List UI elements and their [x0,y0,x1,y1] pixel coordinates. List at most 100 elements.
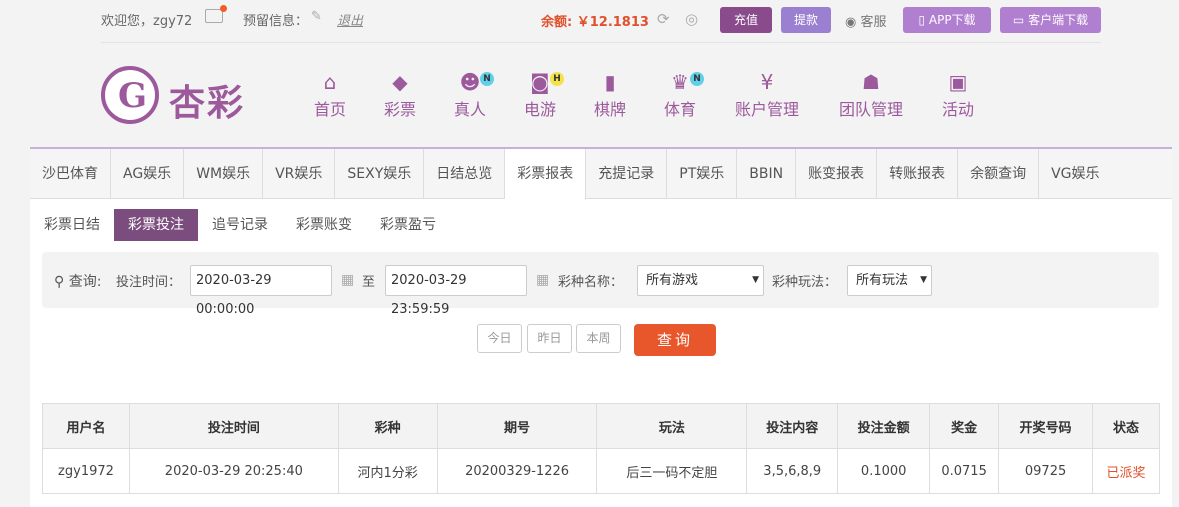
header-prize: 奖金 [929,403,1000,449]
top-bar: 欢迎您，zgy72 预留信息： ✎ 退出 余额: ￥12.1813 ⟳ ◎ 充值… [0,0,1179,43]
query-bar: ⚲ 查询: 投注时间： 2020-03-29 00:00:00 ▦ 至 2020… [42,252,1159,317]
nav-label: 彩票 [383,100,416,119]
tab-ag[interactable]: AG娱乐 [111,149,185,199]
phone-icon: ▯ [918,13,926,27]
cell-game: 河内1分彩 [337,448,438,494]
tab-saba-sports[interactable]: 沙巴体育 [30,149,111,199]
edit-icon[interactable]: ✎ [311,9,322,24]
subtab-lottery-changes[interactable]: 彩票账变 [282,209,366,241]
nav-label: 电游 [523,100,556,119]
cards-icon: ▮ [604,70,616,94]
tab-transfer[interactable]: 转账报表 [877,149,959,199]
start-time-input[interactable]: 2020-03-29 00:00:00 [190,265,332,317]
search-button[interactable]: 查询 [634,324,716,356]
logo-emblem [101,66,159,124]
nav-item-account[interactable]: ¥ 账户管理 [733,70,801,120]
search-icon: ⚲ [54,274,65,290]
nav-label: 真人 [453,100,486,119]
mail-icon[interactable] [205,5,227,23]
tab-balance-query[interactable]: 余额查询 [958,149,1040,199]
nav-label: 活动 [941,100,974,119]
nav-label: 棋牌 [593,100,626,119]
play-type-label: 彩种玩法： [772,275,838,290]
calendar-icon[interactable]: ▦ [536,272,549,288]
report-tabs: 沙巴体育 AG娱乐 WM娱乐 VR娱乐 SEXY娱乐 日结总览 彩票报表 充提记… [30,149,1172,200]
header-game: 彩种 [337,403,438,449]
cell-amount: 0.1000 [837,448,931,494]
this-week-button[interactable]: 本周 [576,324,621,353]
new-badge: N [690,72,704,86]
app-download-button[interactable]: ▯ APP下载 [903,7,991,33]
ticket-icon: ◆ [392,70,408,94]
tab-daily-overview[interactable]: 日结总览 [424,149,506,199]
subtab-lottery-bets[interactable]: 彩票投注 [114,209,198,241]
recharge-button[interactable]: 充值 [720,7,772,33]
logout-link[interactable]: 退出 [337,10,363,29]
to-label: 至 [362,275,376,290]
header-content: 投注内容 [746,403,839,449]
nav-label: 体育 [663,100,696,119]
home-icon: ⌂ [323,70,337,94]
cell-play: 后三一码不定胆 [596,448,748,494]
game-name-label: 彩种名称： [558,275,624,290]
nav-item-sports[interactable]: ♛ N 体育 [660,70,704,120]
tab-lottery-report[interactable]: 彩票报表 [505,149,587,200]
cell-status: 已派奖 [1092,448,1160,494]
client-download-label: 客户端下载 [1028,13,1089,27]
nav-item-home[interactable]: ⌂ 首页 [310,70,350,120]
nav-item-egame[interactable]: ◙ H 电游 [520,70,564,120]
yesterday-button[interactable]: 昨日 [527,324,572,353]
customer-service-link[interactable]: ◉ 客服 [845,11,887,30]
subtab-lottery-daily[interactable]: 彩票日结 [30,209,114,241]
query-label-text: 查询: [68,274,102,290]
app-download-label: APP下载 [928,13,976,27]
tab-pt[interactable]: PT娱乐 [667,149,738,199]
refresh-icon[interactable]: ⟳ [657,10,670,28]
balance-text: 余额: ￥12.1813 [541,15,649,30]
tab-wm[interactable]: WM娱乐 [184,149,264,199]
divider [101,42,1101,43]
table-row[interactable]: zgy1972 2020-03-29 20:25:40 河内1分彩 202003… [42,448,1160,494]
tab-deposit-withdraw[interactable]: 充提记录 [586,149,668,199]
game-select-value: 所有游戏 [646,273,699,288]
nav-item-team[interactable]: ☗ 团队管理 [837,70,905,120]
cell-bet-time: 2020-03-29 20:25:40 [128,448,339,494]
nav-item-live[interactable]: ☻ N 真人 [450,70,494,120]
sub-tabs: 彩票日结 彩票投注 追号记录 彩票账变 彩票盈亏 [30,209,450,241]
nav-item-promo[interactable]: ▣ 活动 [940,70,976,120]
subtab-lottery-profit[interactable]: 彩票盈亏 [366,209,450,241]
tab-account-change[interactable]: 账变报表 [796,149,878,199]
cell-draw-number: 09725 [998,448,1094,494]
header-issue: 期号 [436,403,598,449]
subtab-chase-records[interactable]: 追号记录 [198,209,282,241]
cell-prize: 0.0715 [929,448,1000,494]
chevron-down-icon: ▼ [920,275,927,285]
header-amount: 投注金额 [837,403,931,449]
header-username: 用户名 [42,403,130,449]
play-select[interactable]: 所有玩法 ▼ [847,265,932,296]
game-select[interactable]: 所有游戏 ▼ [637,265,764,296]
bet-time-label: 投注时间： [116,275,182,290]
service-label: 客服 [860,15,887,30]
withdraw-button[interactable]: 提款 [781,7,831,33]
nav-label: 账户管理 [734,100,799,119]
site-logo[interactable]: 杏彩 [101,66,261,126]
tab-vg[interactable]: VG娱乐 [1039,149,1111,199]
nav-label: 团队管理 [838,100,903,119]
tab-bbin[interactable]: BBIN [737,149,797,199]
tab-sexy[interactable]: SEXY娱乐 [335,149,425,199]
header-draw-number: 开奖号码 [998,403,1094,449]
calendar-icon[interactable]: ▦ [341,272,354,288]
end-time-input[interactable]: 2020-03-29 23:59:59 [385,265,527,317]
new-badge: N [480,72,494,86]
nav-item-lottery[interactable]: ◆ 彩票 [380,70,420,120]
nav-item-chess[interactable]: ▮ 棋牌 [590,70,630,120]
cell-username: zgy1972 [42,448,130,494]
hide-eye-icon[interactable]: ◎ [685,10,698,28]
logo-text: 杏彩 [169,83,246,124]
yen-icon: ¥ [760,70,774,94]
monitor-icon: ▭ [1012,13,1025,27]
client-download-button[interactable]: ▭ 客户端下载 [1000,7,1101,33]
today-button[interactable]: 今日 [477,324,522,353]
tab-vr[interactable]: VR娱乐 [263,149,336,199]
